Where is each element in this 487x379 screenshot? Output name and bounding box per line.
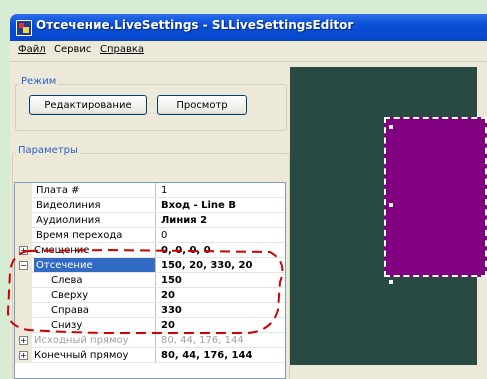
highlight-annotation <box>6 248 284 334</box>
